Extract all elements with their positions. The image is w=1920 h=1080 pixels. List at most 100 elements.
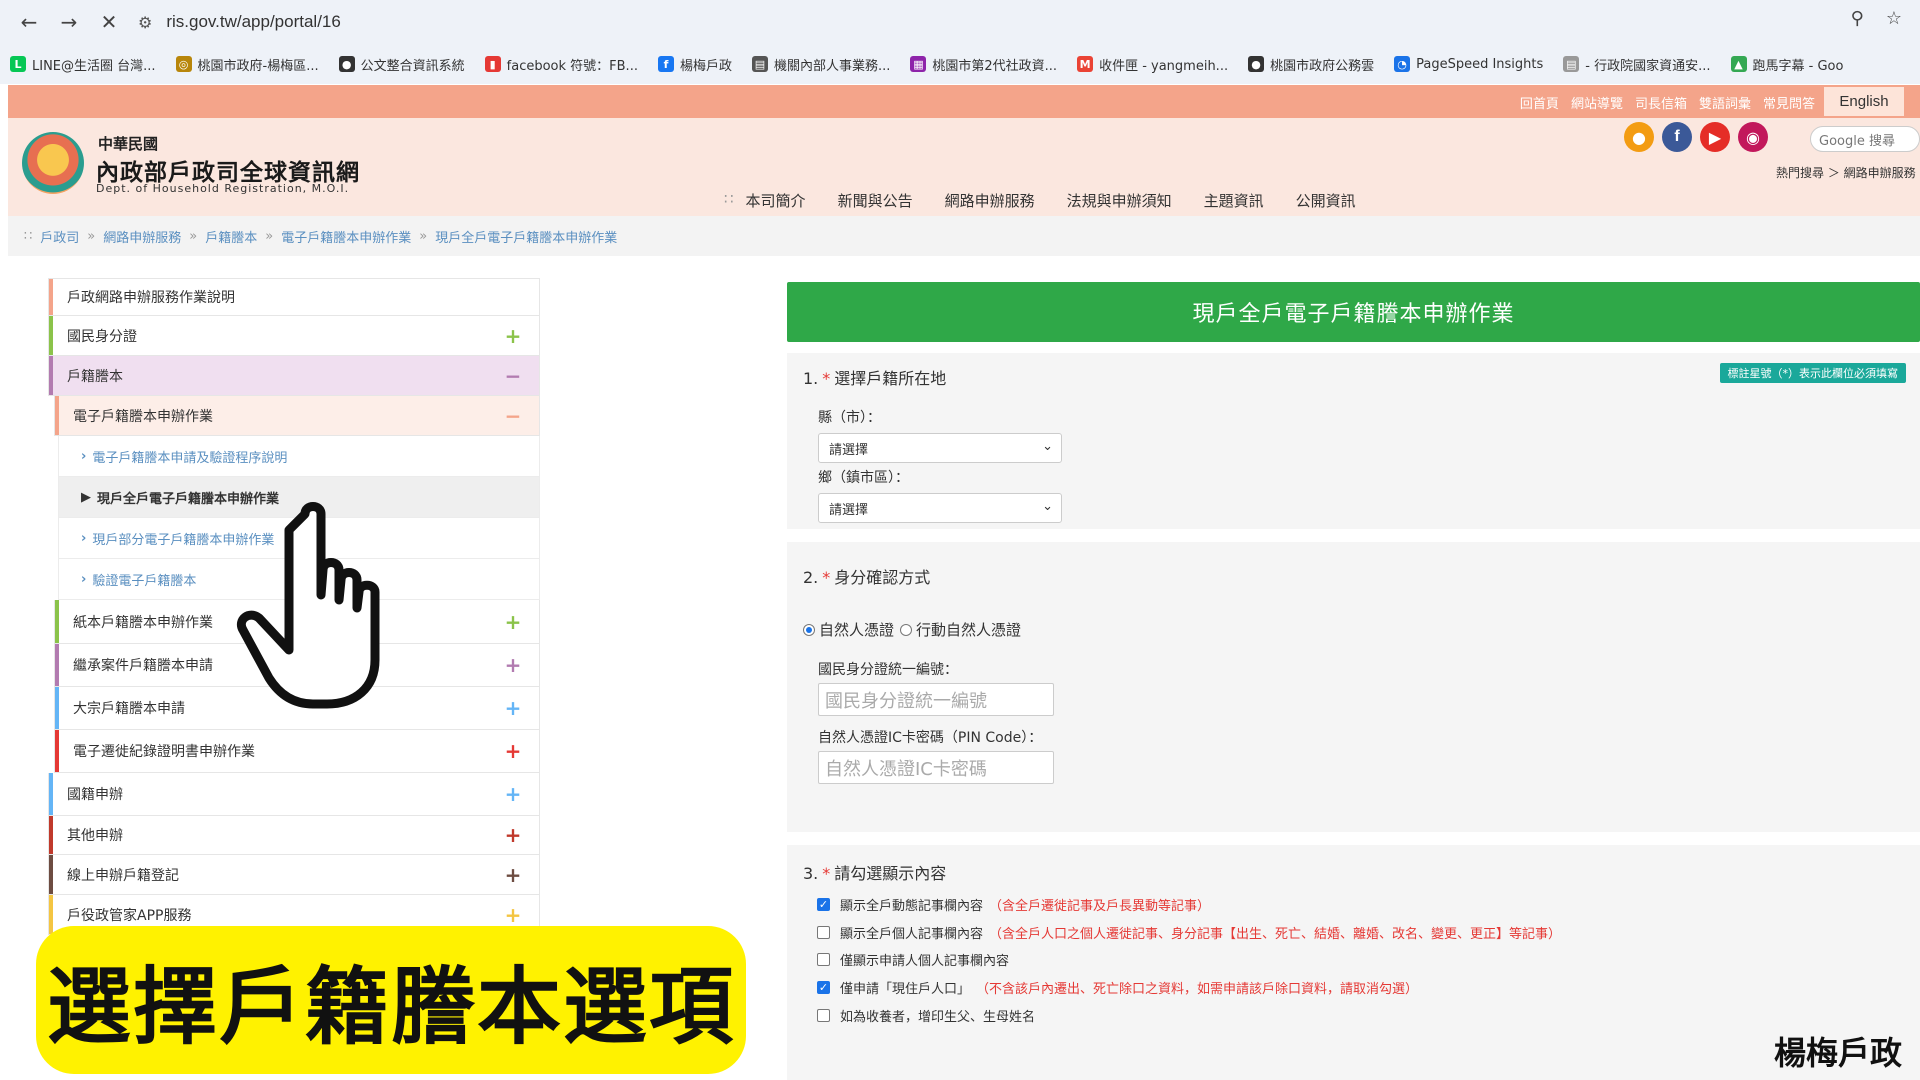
display-option-checkbox[interactable]: ✓	[817, 981, 830, 994]
sidebar-color-bar	[55, 644, 59, 686]
breadcrumb-item[interactable]: 電子戶籍謄本申辦作業	[281, 227, 411, 246]
radio-citizen-certificate-label[interactable]: 自然人憑證	[819, 619, 894, 640]
utility-link[interactable]: 司長信箱	[1635, 93, 1687, 112]
nav-item[interactable]: 網路申辦服務	[945, 190, 1035, 211]
url-field[interactable]: ⚙ ris.gov.tw/app/portal/16	[138, 6, 1838, 38]
utility-link[interactable]: 常見問答	[1763, 93, 1815, 112]
nav-item[interactable]: 法規與申辦須知	[1067, 190, 1172, 211]
sidebar-item[interactable]: 線上申辦戶籍登記 +	[48, 855, 540, 895]
nav-item[interactable]: 主題資訊	[1204, 190, 1264, 211]
id-number-input[interactable]: 國民身分證統一編號	[818, 683, 1054, 716]
sidebar-color-bar	[49, 895, 53, 934]
sidebar-item[interactable]: 其他申辦 +	[48, 816, 540, 855]
nav-item[interactable]: 本司簡介	[746, 190, 806, 211]
display-option-checkbox[interactable]	[817, 926, 830, 939]
bookmark-item[interactable]: ▦ 桃園市第2代社政資...	[910, 55, 1057, 74]
utility-link[interactable]: 雙語詞彙	[1699, 93, 1751, 112]
bookmark-item[interactable]: ◔ PageSpeed Insights	[1394, 56, 1543, 72]
utility-link[interactable]: 網站導覽	[1571, 93, 1623, 112]
nav-item[interactable]: 公開資訊	[1296, 190, 1356, 211]
sidebar-item-label: 國民身分證	[67, 328, 137, 345]
channel-watermark: 楊梅戶政	[1773, 1034, 1902, 1072]
bookmark-item[interactable]: L LINE@生活圈 台灣...	[10, 55, 156, 74]
plus-icon[interactable]: +	[503, 823, 523, 847]
bookmark-label: 楊梅戶政	[679, 58, 732, 74]
back-icon[interactable]: ←	[14, 7, 44, 37]
forward-icon[interactable]: →	[54, 7, 84, 37]
display-option-label[interactable]: 顯示全戶個人記事欄內容	[840, 923, 983, 942]
sidebar-subitem-label: 驗證電子戶籍謄本	[92, 573, 197, 589]
bookmark-item[interactable]: ▤ 機關內部人事業務...	[751, 55, 890, 74]
sidebar-item[interactable]: 電子戶籍謄本申辦作業 −	[54, 396, 540, 436]
flickr-icon[interactable]: ◉	[1738, 122, 1768, 152]
plus-icon[interactable]: +	[503, 610, 523, 634]
breadcrumb-item[interactable]: 戶政司	[40, 227, 79, 246]
bookmark-item[interactable]: ● 桃園市政府公務雲	[1248, 55, 1374, 74]
sidebar-color-bar	[49, 816, 53, 854]
site-settings-icon[interactable]: ⚙	[138, 13, 152, 32]
google-search-input[interactable]: Google 搜尋	[1810, 126, 1920, 152]
english-button[interactable]: English	[1824, 87, 1904, 116]
plus-icon[interactable]: +	[503, 782, 523, 806]
plus-icon[interactable]: +	[503, 739, 523, 763]
sidebar-subitem[interactable]: › 電子戶籍謄本申請及驗證程序說明	[58, 436, 540, 477]
bookmark-item[interactable]: ▲ 跑馬字幕 - Goo	[1730, 55, 1843, 74]
breadcrumb-item[interactable]: 戶籍謄本	[205, 227, 257, 246]
plus-icon[interactable]: +	[503, 653, 523, 677]
sidebar-color-bar	[49, 316, 53, 355]
sidebar-item[interactable]: 戶籍謄本 −	[48, 356, 540, 396]
county-select[interactable]: 請選擇 ⌄	[818, 433, 1062, 463]
display-option-label[interactable]: 僅申請「現住戶人口」	[840, 978, 970, 997]
speed-icon: ◔	[1394, 56, 1411, 72]
display-option: 顯示全戶個人記事欄內容 （含全戶人口之個人遷徙記事、身分記事【出生、死亡、結婚、離…	[817, 923, 1561, 942]
display-option-label[interactable]: 僅顯示申請人個人記事欄內容	[840, 950, 1009, 969]
site-logo[interactable]	[22, 132, 84, 194]
pin-code-input[interactable]: 自然人憑證IC卡密碼	[818, 751, 1054, 784]
breadcrumb-item[interactable]: 現戶全戶電子戶籍謄本申辦作業	[435, 227, 617, 246]
facebook-icon[interactable]: f	[1662, 122, 1692, 152]
sidebar-item[interactable]: 電子遷徙紀錄證明書申辦作業 +	[54, 730, 540, 773]
identity-method-radios: 自然人憑證 行動自然人憑證	[803, 619, 1021, 640]
display-option-label[interactable]: 如為收養者，增印生父、生母姓名	[840, 1006, 1035, 1025]
breadcrumb-separator: »	[189, 228, 198, 244]
plus-icon[interactable]: +	[503, 903, 523, 927]
required-mark: *	[822, 864, 831, 883]
hot-search[interactable]: 熱門搜尋 ＞ 網路申辦服務	[1776, 164, 1916, 181]
form-title: 現戶全戶電子戶籍謄本申辦作業	[787, 282, 1920, 342]
display-option-checkbox[interactable]	[817, 1009, 830, 1022]
sidebar-subitem-label: 電子戶籍謄本申請及驗證程序說明	[92, 450, 288, 466]
utility-link[interactable]: 回首頁	[1520, 93, 1559, 112]
bookmark-item[interactable]: M 收件匣 - yangmeih...	[1077, 55, 1228, 74]
bookmark-item[interactable]: ◎ 桃園市政府-楊梅區...	[175, 55, 319, 74]
sidebar-item-label: 紙本戶籍謄本申辦作業	[73, 614, 213, 631]
bookmark-label: - 行政院國家資通安...	[1585, 58, 1711, 74]
bookmark-item[interactable]: ● 公文整合資訊系統	[338, 55, 465, 74]
display-option-checkbox[interactable]: ✓	[817, 898, 830, 911]
minus-icon[interactable]: −	[503, 364, 523, 388]
sidebar-item[interactable]: 國民身分證 +	[48, 316, 540, 356]
display-option-checkbox[interactable]	[817, 953, 830, 966]
plus-icon[interactable]: +	[503, 863, 523, 887]
bookmark-star-icon[interactable]: ☆	[1886, 8, 1902, 29]
plus-icon[interactable]: +	[503, 324, 523, 348]
display-option-label[interactable]: 顯示全戶動態記事欄內容	[840, 895, 983, 914]
radio-mobile-certificate[interactable]	[900, 623, 913, 636]
youtube-icon[interactable]: ▶	[1700, 122, 1730, 152]
bookmark-item[interactable]: f 楊梅戶政	[657, 55, 732, 74]
zoom-icon[interactable]: ⚲	[1851, 8, 1864, 29]
bookmark-item[interactable]: ▮ facebook 符號：FB...	[484, 55, 638, 74]
radio-citizen-certificate[interactable]	[803, 623, 815, 636]
town-select[interactable]: 請選擇 ⌄	[818, 493, 1062, 523]
breadcrumb-item[interactable]: 網路申辦服務	[103, 227, 181, 246]
site-title-en: Dept. of Household Registration, M.O.I.	[96, 182, 350, 195]
plus-icon[interactable]: +	[503, 696, 523, 720]
radio-mobile-certificate-label[interactable]: 行動自然人憑證	[916, 619, 1021, 640]
nav-item[interactable]: 新聞與公告	[838, 190, 913, 211]
rss-icon[interactable]: ●	[1624, 122, 1654, 152]
bookmark-item[interactable]: ▤ - 行政院國家資通安...	[1563, 55, 1711, 74]
section-2-label: 身分確認方式	[834, 568, 931, 587]
sidebar-item[interactable]: 國籍申辦 +	[48, 773, 540, 816]
sidebar-item[interactable]: 戶政網路申辦服務作業說明	[48, 278, 540, 316]
stop-loading-icon[interactable]: ✕	[94, 7, 124, 37]
minus-icon[interactable]: −	[503, 404, 523, 428]
